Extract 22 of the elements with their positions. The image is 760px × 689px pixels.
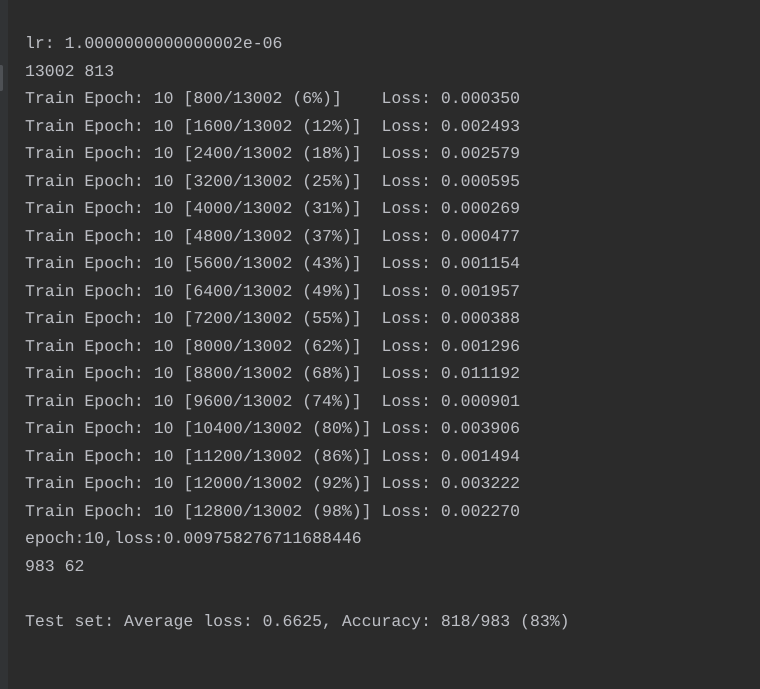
console-line: Train Epoch: 10 [6400/13002 (49%)] Loss: 0.001957: [25, 280, 520, 302]
console-line: Train Epoch: 10 [12800/13002 (98%)] Loss: 0.002270: [25, 500, 520, 522]
console-line: Test set: Average loss: 0.6625, Accuracy: 818/983 (83%): [25, 610, 570, 632]
console-line: Train Epoch: 10 [3200/13002 (25%)] Loss: 0.000595: [25, 170, 520, 192]
console-line: Train Epoch: 10 [4000/13002 (31%)] Loss: 0.000269: [25, 198, 520, 220]
console-line: lr: 1.0000000000000002e-06: [25, 33, 282, 55]
console-line: epoch:10,loss:0.009758276711688446: [25, 528, 362, 550]
console-line: Train Epoch: 10 [12000/13002 (92%)] Loss: 0.003222: [25, 473, 520, 495]
console-line: Train Epoch: 10 [7200/13002 (55%)] Loss: 0.000388: [25, 308, 520, 330]
console-line: Train Epoch: 10 [4800/13002 (37%)] Loss: 0.000477: [25, 226, 520, 248]
console-line: Train Epoch: 10 [9600/13002 (74%)] Loss: 0.000901: [25, 390, 520, 412]
console-line: Train Epoch: 10 [8000/13002 (62%)] Loss: 0.001296: [25, 336, 520, 358]
scrollbar-thumb[interactable]: [0, 65, 3, 91]
console-line: 983 62: [25, 556, 84, 578]
console-line: Train Epoch: 10 [800/13002 (6%)] Loss: 0.000350: [25, 88, 520, 110]
console-line: Train Epoch: 10 [2400/13002 (18%)] Loss: 0.002579: [25, 143, 520, 165]
console-line: Train Epoch: 10 [1600/13002 (12%)] Loss: 0.002493: [25, 116, 520, 138]
console-line: Train Epoch: 10 [8800/13002 (68%)] Loss: 0.011192: [25, 363, 520, 385]
console-line: Train Epoch: 10 [10400/13002 (80%)] Loss: 0.003906: [25, 418, 520, 440]
console-line: Train Epoch: 10 [5600/13002 (43%)] Loss: 0.001154: [25, 253, 520, 275]
console-line: Train Epoch: 10 [11200/13002 (86%)] Loss: 0.001494: [25, 446, 520, 468]
console-line: 13002 813: [25, 60, 114, 82]
